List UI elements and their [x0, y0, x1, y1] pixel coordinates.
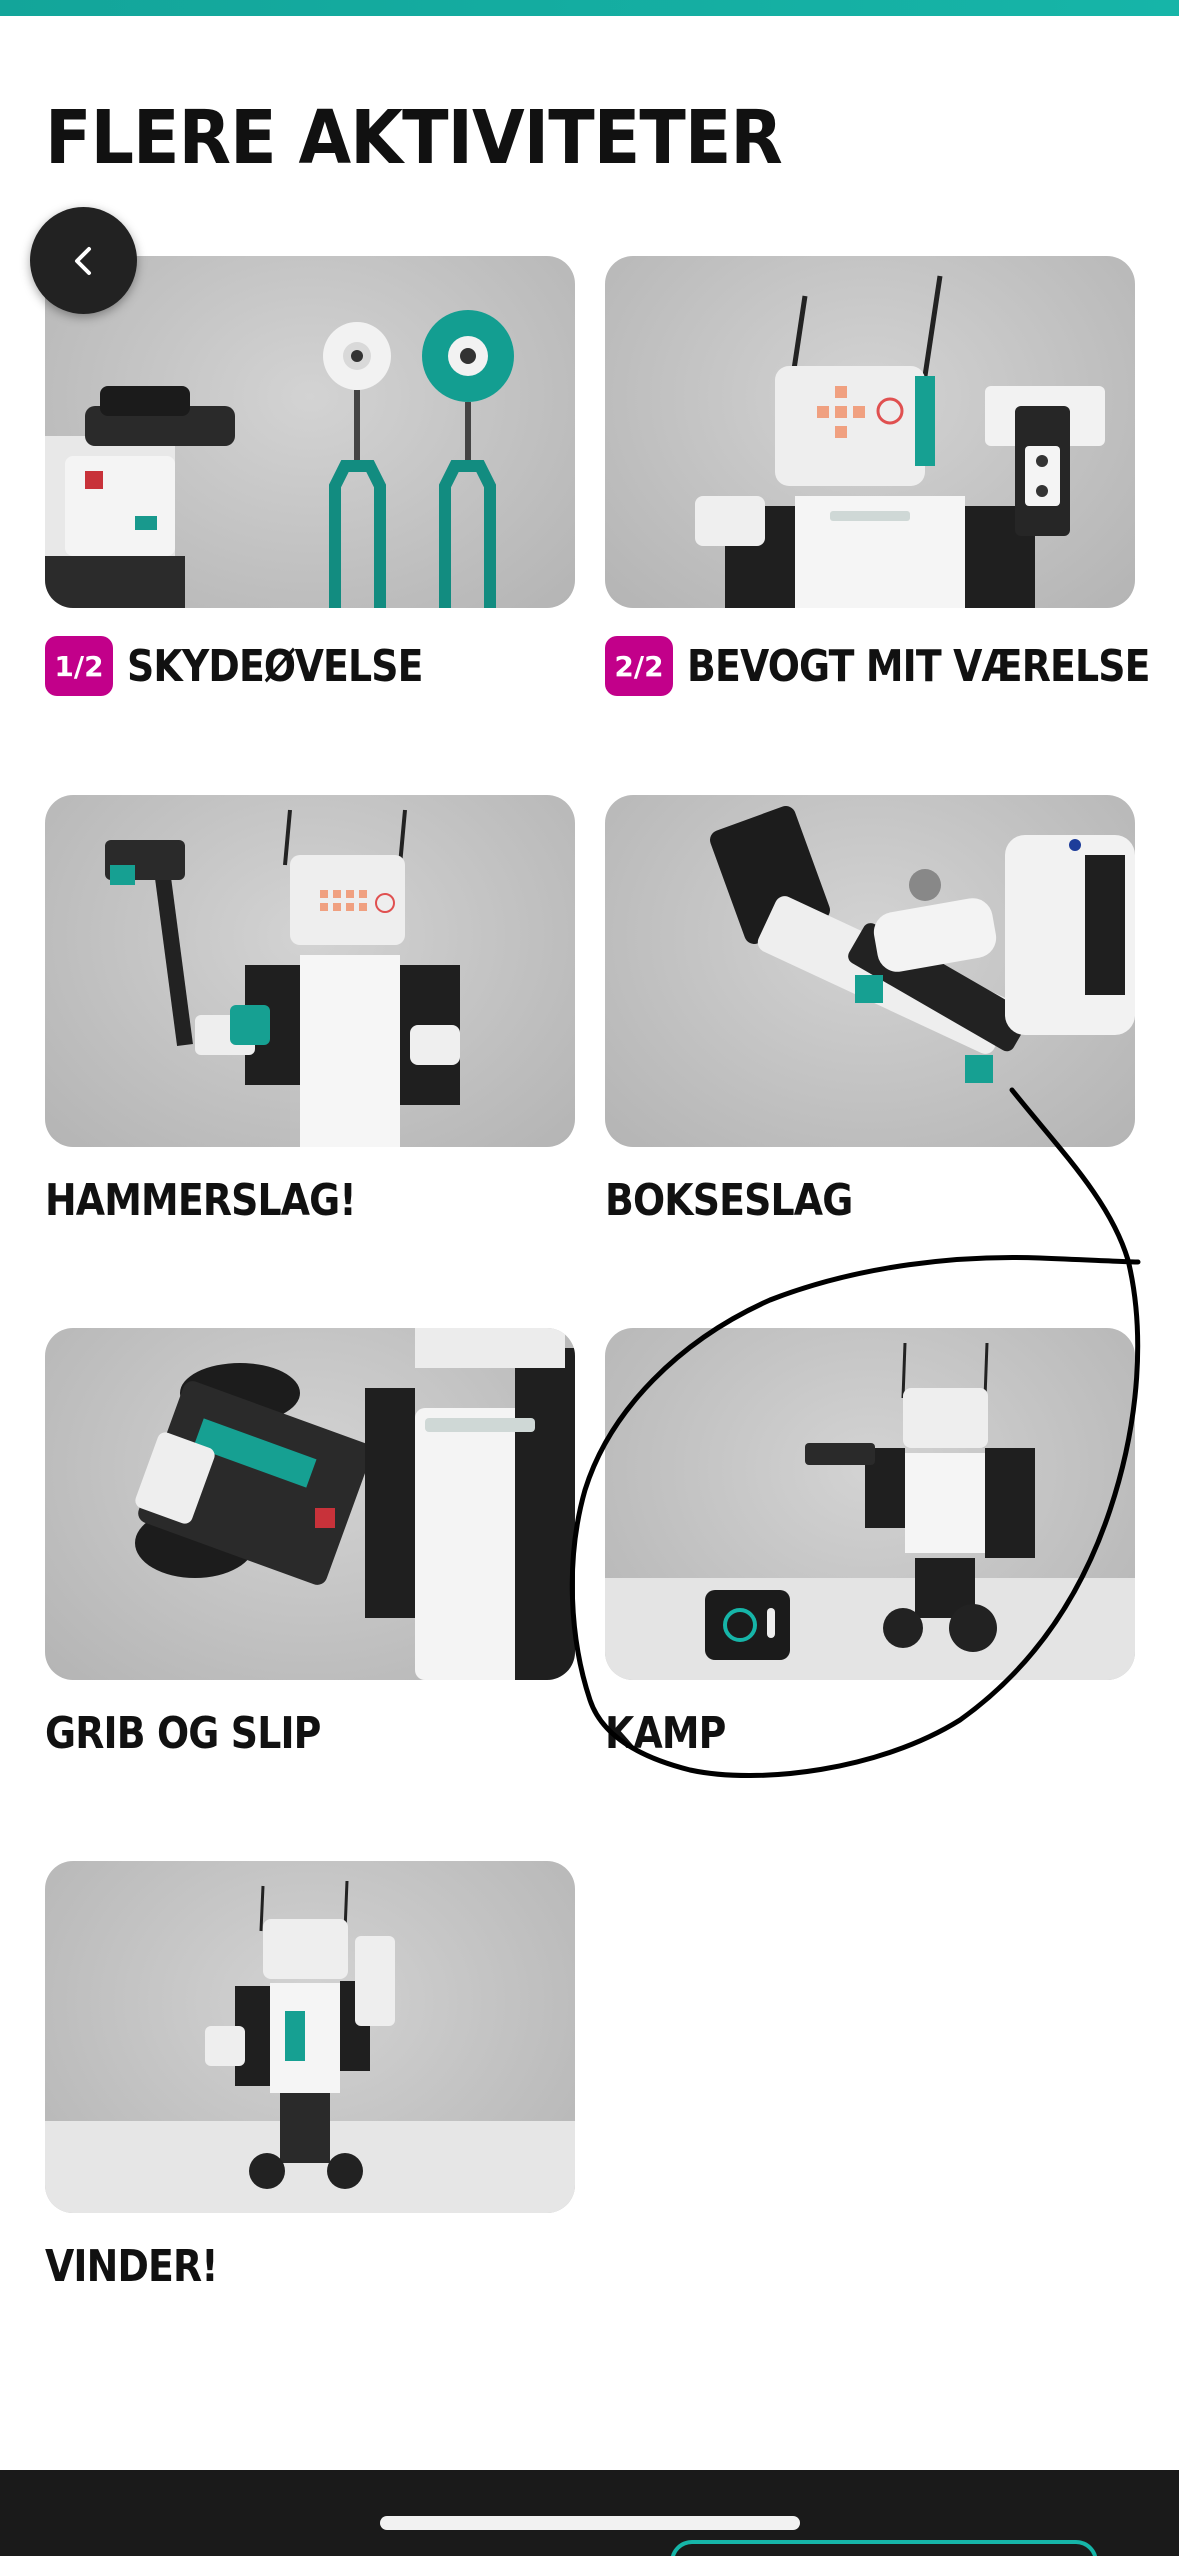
chevron-left-icon [74, 246, 91, 275]
winner-photo [45, 1861, 575, 2213]
activity-title: VINDER! [45, 2241, 219, 2292]
activity-title: KAMP [605, 1708, 726, 1759]
activity-label-row: HAMMERSLAG! [45, 1175, 406, 1226]
part-badge: 2/2 [605, 636, 673, 696]
activity-label-row: 1/2 SKYDEØVELSE [45, 636, 471, 696]
grab-and-release-photo [45, 1328, 575, 1680]
page-title: FLERE AKTIVITETER [45, 95, 783, 181]
activity-title: HAMMERSLAG! [45, 1175, 357, 1226]
activity-title: BEVOGT MIT VÆRELSE [687, 640, 1150, 692]
activity-card-skydeovelse[interactable]: 1/2 SKYDEØVELSE [45, 256, 575, 696]
activity-label-row: GRIB OG SLIP [45, 1708, 365, 1759]
activity-card-bokseslag[interactable]: BOKSESLAG [605, 795, 1135, 1226]
bottom-accent-outline [670, 2540, 1098, 2556]
activity-title: GRIB OG SLIP [45, 1708, 321, 1759]
shooting-practice-photo [45, 256, 575, 608]
activity-card-grib-og-slip[interactable]: GRIB OG SLIP [45, 1328, 575, 1759]
part-badge: 1/2 [45, 636, 113, 696]
activity-label-row: BOKSESLAG [605, 1175, 893, 1226]
activity-card-bevogt-mit-vaerelse[interactable]: 2/2 BEVOGT MIT VÆRELSE [605, 256, 1150, 696]
top-accent-bar [0, 0, 1179, 16]
activity-label-row: VINDER! [45, 2241, 246, 2292]
activity-title: BOKSESLAG [605, 1175, 853, 1226]
activities-screen: FLERE AKTIVITETER 1/2 SKYDEØVELSE 2/2 BE… [0, 0, 1179, 2556]
activity-card-hammerslag[interactable]: HAMMERSLAG! [45, 795, 575, 1226]
activity-label-row: KAMP [605, 1708, 745, 1759]
activity-title: SKYDEØVELSE [127, 640, 423, 692]
back-button[interactable] [30, 207, 137, 314]
activity-card-kamp[interactable]: KAMP [605, 1328, 1135, 1759]
fight-photo [605, 1328, 1135, 1680]
activity-card-vinder[interactable]: VINDER! [45, 1861, 575, 2292]
hammer-strike-photo [45, 795, 575, 1147]
guard-my-room-photo [605, 256, 1135, 608]
boxing-punch-photo [605, 795, 1135, 1147]
home-indicator[interactable] [380, 2516, 800, 2530]
activity-label-row: 2/2 BEVOGT MIT VÆRELSE [605, 636, 1179, 696]
